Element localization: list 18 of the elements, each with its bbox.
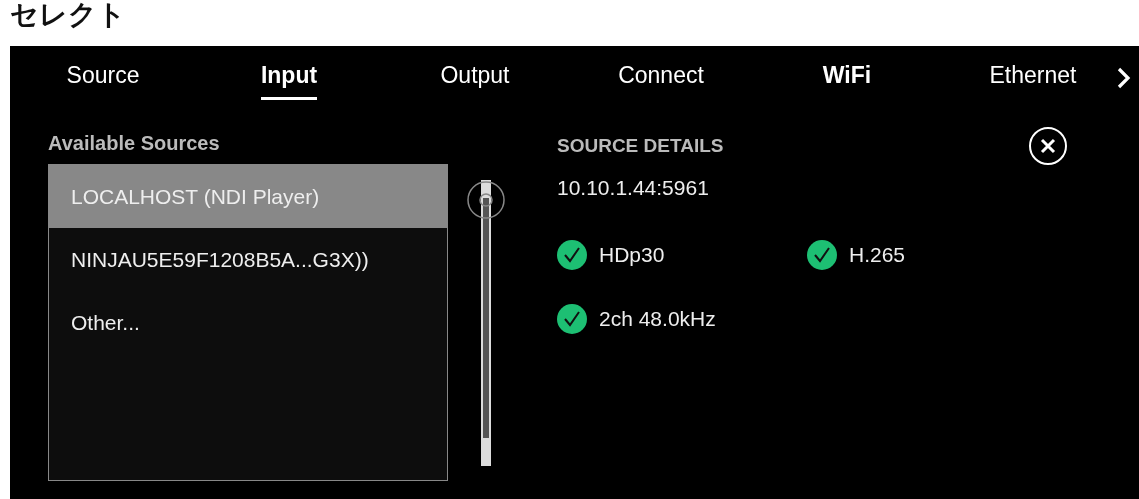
list-item[interactable]: NINJAU5E59F1208B5A...G3X)) [49,228,447,291]
list-item[interactable]: Other... [49,291,447,354]
section-title: Available Sources [48,132,221,156]
tab[interactable]: Connect [618,62,704,100]
tab[interactable]: Source [66,62,140,100]
chevron-right-icon[interactable] [1116,66,1132,90]
close-icon[interactable] [1028,126,1068,166]
tab[interactable]: Ethernet [989,62,1077,100]
section-title: SOURCE DETAILS [557,135,724,157]
tab[interactable]: Output [440,62,510,100]
feature-label: HDp30 [599,243,665,267]
tab[interactable]: Input [260,62,318,100]
feature-label: H.265 [849,243,906,267]
tab[interactable]: WiFi [822,62,872,100]
source-address: 10.10.1.44:5961 [557,176,710,200]
scrollbar[interactable] [466,180,506,468]
page-title: セレクト [9,0,127,33]
feature-label: 2ch 48.0kHz [599,307,716,331]
